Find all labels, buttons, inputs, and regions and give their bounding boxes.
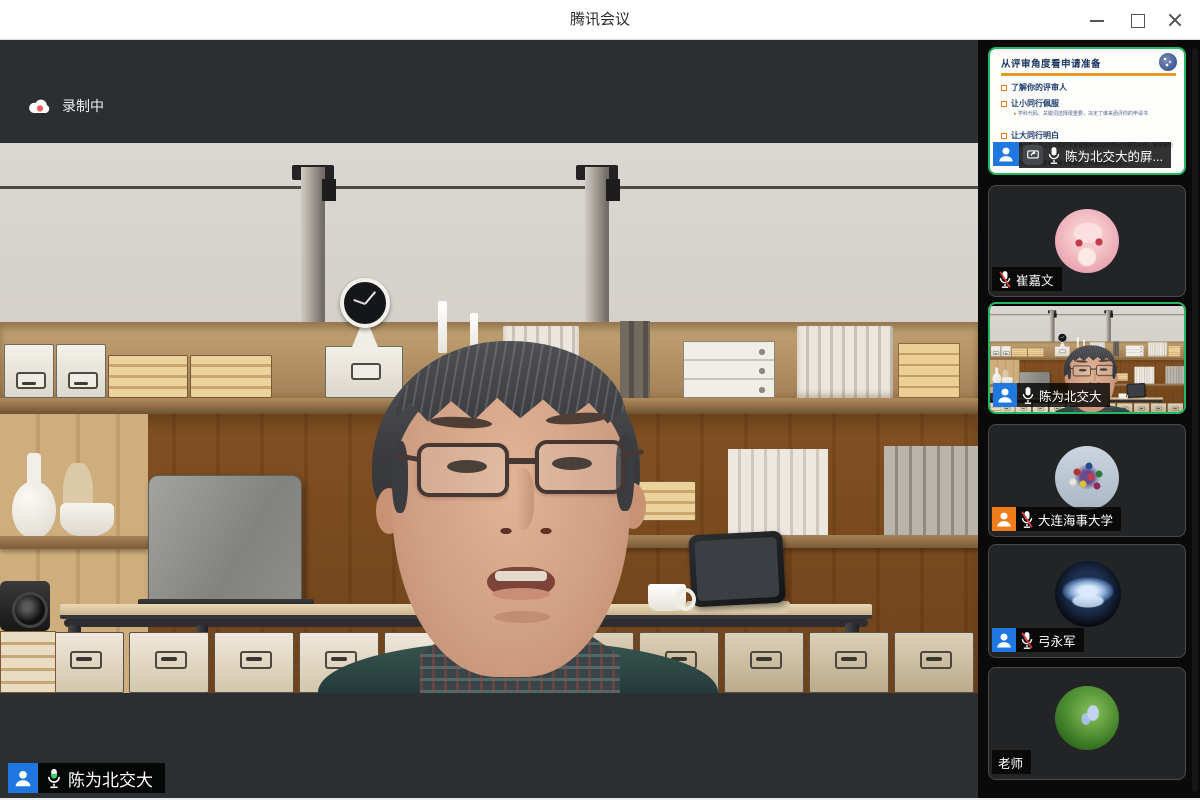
- white-vase: [12, 481, 56, 539]
- participant-tile[interactable]: 崔嘉文: [988, 185, 1186, 297]
- avatar: [1055, 446, 1119, 510]
- wood-crate: [1011, 348, 1027, 357]
- mic-on-icon: [1047, 146, 1061, 165]
- participant-name-tag: 弓永军: [992, 628, 1084, 652]
- tablet-on-stand: [688, 531, 786, 608]
- glasses: [417, 443, 509, 497]
- books: [1165, 366, 1184, 384]
- stacked-books: [898, 343, 960, 398]
- candle: [438, 301, 447, 353]
- recording-indicator[interactable]: 录制中: [28, 96, 104, 116]
- books: [728, 449, 828, 535]
- wood-crate: [1028, 348, 1044, 357]
- participant-name-tag: 崔嘉文: [992, 267, 1062, 291]
- storage-box: [56, 344, 106, 398]
- avatar: [1055, 561, 1121, 627]
- books: [1148, 342, 1167, 356]
- avatar: [1055, 686, 1119, 750]
- storage-box: [325, 346, 403, 398]
- wood-crate: [190, 355, 272, 398]
- title-bar[interactable]: 腾讯会议: [0, 0, 1200, 40]
- bowl: [60, 503, 114, 537]
- books: [797, 326, 893, 398]
- slide-logo-icon: [1159, 53, 1177, 71]
- cohost-badge-icon: [992, 507, 1016, 531]
- glasses: [1073, 366, 1091, 377]
- storage-box: [991, 346, 1001, 357]
- speaker-video: [0, 143, 978, 693]
- wood-crate: [108, 355, 188, 398]
- host-badge-icon: [993, 383, 1017, 407]
- participant-name: 大连海事大学: [1038, 510, 1113, 529]
- books: [1113, 341, 1119, 356]
- books: [1134, 367, 1154, 384]
- participant-name: 陈为北交大的屏...: [1065, 146, 1163, 165]
- participant-name-tag: 陈为北交大的屏...: [993, 142, 1171, 168]
- stacked-books: [0, 631, 56, 693]
- glasses: [1096, 365, 1114, 376]
- host-badge-icon: [992, 628, 1016, 652]
- sidebar-scrollbar[interactable]: [1192, 48, 1198, 792]
- screen-share-icon: [1023, 145, 1043, 165]
- wall-clock: [1057, 333, 1067, 343]
- speaker-name-tag: 陈为北交大: [8, 763, 165, 793]
- participant-tile-screen-share[interactable]: 从评审角度看申请准备 了解你的评审人 让小同行佩服 学科代码、关键词选择很重要，…: [988, 47, 1186, 175]
- mic-on-icon: [1021, 386, 1035, 405]
- participant-name: 弓永军: [1038, 631, 1076, 650]
- window-title: 腾讯会议: [0, 0, 1200, 40]
- main-video-tile[interactable]: 录制中: [0, 40, 978, 800]
- close-button[interactable]: [1160, 5, 1190, 35]
- minimize-button[interactable]: [1082, 5, 1112, 35]
- shelf-top-rail: [0, 167, 978, 189]
- slide-title: 从评审角度看申请准备: [1001, 56, 1101, 70]
- candle: [1077, 337, 1079, 347]
- participant-name: 老师: [998, 753, 1023, 772]
- participant-tile[interactable]: 弓永军: [988, 544, 1186, 658]
- participant-tile[interactable]: 老师: [988, 667, 1186, 780]
- binders: [1126, 345, 1144, 356]
- storage-box: [1001, 346, 1011, 357]
- participant-name-tag: 老师: [992, 750, 1031, 774]
- participant-tile[interactable]: 大连海事大学: [988, 424, 1186, 537]
- storage-box: [4, 344, 54, 398]
- mic-muted-icon: [998, 270, 1012, 289]
- books: [884, 446, 978, 535]
- cloud-record-icon: [28, 98, 52, 115]
- host-badge-icon: [993, 142, 1019, 166]
- laptop: [148, 475, 302, 603]
- recording-label: 录制中: [62, 96, 104, 116]
- mic-muted-icon: [1020, 510, 1034, 529]
- participant-name-tag: 大连海事大学: [992, 507, 1121, 531]
- maximize-button[interactable]: [1122, 5, 1152, 35]
- stacked-books: [1168, 346, 1180, 357]
- participant-tile-video[interactable]: 陈为北交大: [988, 302, 1186, 414]
- participants-sidebar: 从评审角度看申请准备 了解你的评审人 让小同行佩服 学科代码、关键词选择很重要，…: [978, 40, 1200, 800]
- mic-active-icon: [46, 768, 62, 789]
- binders: [683, 341, 775, 398]
- participant-name: 陈为北交大: [1039, 386, 1102, 405]
- books: [620, 321, 650, 398]
- tablet-on-stand: [1127, 383, 1146, 398]
- coffee-cup: [648, 584, 686, 611]
- wall-clock: [340, 278, 390, 328]
- speaker-name: 陈为北交大: [68, 766, 153, 791]
- glasses: [535, 440, 625, 494]
- camera: [0, 581, 50, 631]
- participant-name: 崔嘉文: [1016, 270, 1054, 289]
- participant-name-tag: 陈为北交大: [993, 383, 1110, 407]
- shelf-top-rail: [990, 311, 1184, 315]
- meeting-window: 腾讯会议 录制中: [0, 0, 1200, 800]
- coffee-cup: [1119, 393, 1127, 398]
- mic-muted-icon: [1020, 631, 1034, 650]
- host-badge-icon: [8, 763, 38, 793]
- avatar: [1055, 209, 1119, 273]
